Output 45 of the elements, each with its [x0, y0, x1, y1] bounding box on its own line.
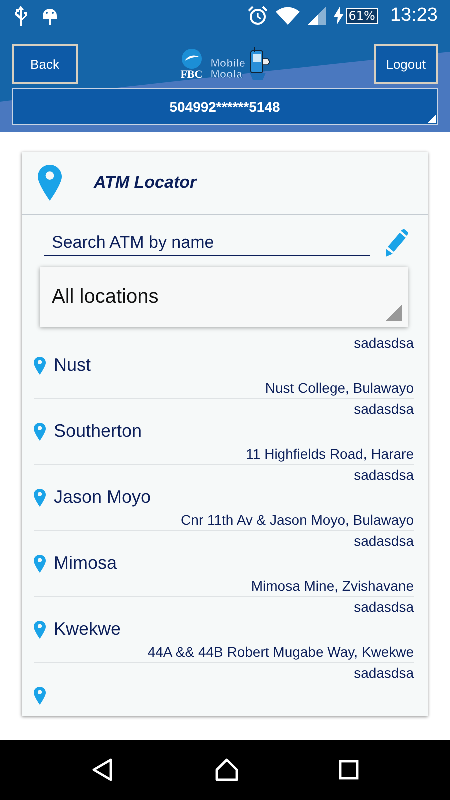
location-pin-icon — [34, 486, 46, 508]
back-button[interactable]: Back — [12, 44, 78, 84]
atm-note: sadasdsa — [353, 664, 414, 683]
alarm-icon — [248, 6, 268, 26]
logout-button[interactable]: Logout — [374, 44, 438, 84]
search-field[interactable]: Search ATM by name — [44, 230, 370, 256]
atm-note: sadasdsa — [353, 466, 414, 485]
logo-text: Moola — [210, 70, 244, 81]
atm-address: Mimosa Mine, Zvishavane — [250, 577, 414, 596]
atm-address: 11 Highfields Road, Harare — [245, 445, 414, 464]
atm-note: sadasdsa — [353, 400, 414, 419]
atm-address: Cnr 11th Av & Jason Moyo, Bulawayo — [180, 511, 414, 530]
corner-triangle-icon — [428, 115, 436, 123]
location-pin-icon — [38, 165, 62, 201]
logo-text: FBC — [180, 69, 203, 81]
location-dropdown[interactable]: All locations — [40, 267, 408, 327]
atm-note: sadasdsa — [353, 532, 414, 551]
back-nav-icon[interactable] — [91, 758, 115, 782]
atm-address: 44A && 44B Robert Mugabe Way, Kwekwe — [146, 643, 414, 662]
logo-text: Mobile — [210, 59, 246, 70]
location-pin-icon — [34, 685, 46, 707]
location-pin-icon — [34, 552, 46, 574]
location-pin-icon — [34, 354, 46, 376]
atm-address: Nust College, Bulawayo — [264, 379, 414, 398]
signal-icon — [308, 7, 326, 25]
atm-name[interactable]: Mimosa — [54, 553, 118, 574]
atm-name[interactable]: Nust — [54, 355, 92, 376]
usb-icon — [14, 6, 28, 26]
atm-note: sadasdsa — [353, 334, 414, 353]
recents-nav-icon[interactable] — [339, 760, 359, 780]
home-nav-icon[interactable] — [215, 758, 239, 782]
atm-note: sadasdsa — [353, 598, 414, 617]
location-pin-icon — [34, 420, 46, 442]
battery-indicator: 61% — [346, 8, 378, 24]
atm-name[interactable]: Southerton — [54, 421, 142, 442]
dropdown-triangle-icon — [386, 305, 402, 321]
phone-mascot-drawing — [248, 47, 272, 81]
panel-title: ATM Locator — [94, 173, 197, 193]
location-pin-icon — [34, 618, 46, 640]
account-number-selector[interactable]: 504992******5148 — [12, 88, 438, 125]
wifi-icon — [276, 7, 300, 25]
atm-name[interactable]: Jason Moyo — [54, 487, 152, 508]
atm-name[interactable]: Kwekwe — [54, 619, 122, 640]
globe-icon — [182, 49, 202, 69]
status-time: 13:23 — [390, 5, 438, 27]
